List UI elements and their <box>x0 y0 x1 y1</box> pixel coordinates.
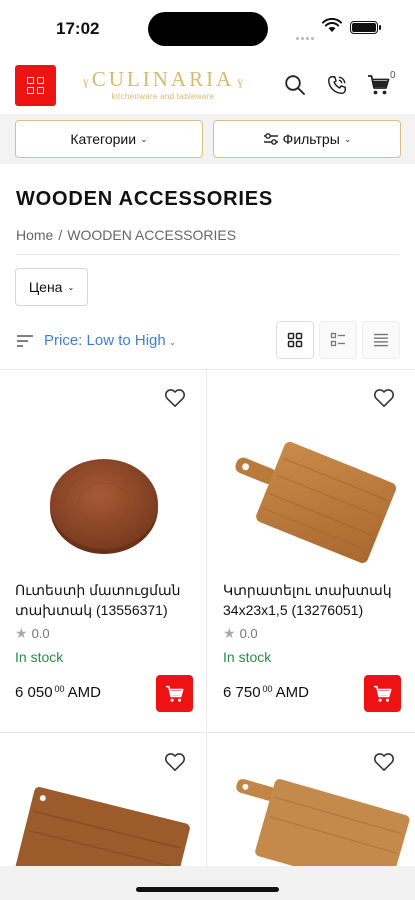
add-to-cart-button[interactable] <box>156 675 193 712</box>
heart-icon[interactable] <box>164 752 186 772</box>
menu-grid-icon <box>27 77 44 94</box>
brand-logo[interactable]: ɣ CULINARIA ɣ kitchenware and tableware <box>68 68 258 101</box>
breadcrumb: Home / WOODEN ACCESSORIES <box>16 227 236 243</box>
heart-icon[interactable] <box>164 388 186 408</box>
add-to-cart-icon <box>373 685 392 702</box>
list-grid-view-icon <box>330 332 345 347</box>
status-bar: 17:02 <box>0 0 415 58</box>
chevron-down-icon: ⌄ <box>343 133 352 144</box>
filters-label: Фильтры <box>282 131 340 147</box>
divider <box>16 254 399 255</box>
search-icon[interactable] <box>284 74 306 96</box>
sliders-icon <box>263 133 278 145</box>
product-image-round-board[interactable] <box>0 420 207 580</box>
cart-count-badge: 0 <box>390 70 396 81</box>
sort-lines-icon <box>17 335 33 347</box>
battery-icon <box>350 21 381 34</box>
product-card[interactable] <box>208 734 415 866</box>
product-name[interactable]: Ուտեստի մատուցման տախտակ (13556371) <box>15 580 195 620</box>
breadcrumb-current: WOODEN ACCESSORIES <box>67 227 237 243</box>
home-indicator-bar <box>0 866 415 900</box>
product-name[interactable]: Կտրատելու տախտակ 34x23x1,5 (13276051) <box>223 580 403 620</box>
price-filter-dropdown[interactable]: Цена ⌄ <box>15 268 88 306</box>
star-icon: ★ <box>223 625 236 641</box>
product-card[interactable]: Ուտեստի մատուցման տախտակ (13556371) ★ 0.… <box>0 370 207 733</box>
breadcrumb-separator: / <box>58 227 63 243</box>
product-price: 6 750 00 AMD <box>223 684 309 701</box>
product-rating: ★ 0.0 <box>15 625 50 642</box>
rating-value: 0.0 <box>31 626 50 641</box>
signal-icon <box>296 27 316 40</box>
cart-icon[interactable] <box>367 74 391 96</box>
list-grid-view-button[interactable] <box>319 321 357 359</box>
heart-icon[interactable] <box>373 752 395 772</box>
sort-label: Price: Low to High <box>44 332 166 349</box>
list-view-icon <box>374 333 388 347</box>
dynamic-island <box>148 12 268 46</box>
filters-button[interactable]: Фильтры ⌄ <box>213 120 401 158</box>
status-time: 17:02 <box>56 19 100 38</box>
list-view-button[interactable] <box>362 321 400 359</box>
chevron-down-icon: ⌄ <box>168 337 177 347</box>
price-filter-label: Цена <box>28 279 63 295</box>
breadcrumb-home-link[interactable]: Home <box>16 227 53 243</box>
add-to-cart-button[interactable] <box>364 675 401 712</box>
product-card[interactable]: Կտրատելու տախտակ 34x23x1,5 (13276051) ★ … <box>208 370 415 733</box>
page-title: WOODEN ACCESSORIES <box>16 188 274 210</box>
chevron-down-icon: ⌄ <box>67 282 75 292</box>
product-card[interactable] <box>0 734 207 866</box>
chevron-down-icon: ⌄ <box>140 133 148 144</box>
phone-icon[interactable] <box>326 74 348 96</box>
brand-name: CULINARIA <box>91 67 235 91</box>
app-header: ɣ CULINARIA ɣ kitchenware and tableware <box>0 58 415 114</box>
home-indicator[interactable] <box>136 887 279 892</box>
categories-button[interactable]: Категории ⌄ <box>15 120 203 158</box>
star-icon: ★ <box>15 625 28 641</box>
heart-icon[interactable] <box>373 388 395 408</box>
product-rating: ★ 0.0 <box>223 625 258 642</box>
sort-dropdown[interactable]: Price: Low to High ⌄ <box>16 332 176 350</box>
menu-button[interactable] <box>15 65 56 106</box>
rating-value: 0.0 <box>239 626 258 641</box>
product-image-board[interactable] <box>0 774 207 866</box>
product-price: 6 050 00 AMD <box>15 684 101 701</box>
grid-view-button[interactable] <box>276 321 314 359</box>
wifi-icon <box>322 18 342 32</box>
grid-view-icon <box>287 332 303 348</box>
stock-status: In stock <box>15 649 64 665</box>
brand-tagline: kitchenware and tableware <box>111 92 215 102</box>
product-image-paddle-board[interactable] <box>208 774 415 866</box>
product-image-cutting-board[interactable] <box>208 420 415 580</box>
categories-label: Категории <box>70 131 137 147</box>
add-to-cart-icon <box>165 685 184 702</box>
stock-status: In stock <box>223 649 272 665</box>
filter-bar: Категории ⌄ Фильтры ⌄ <box>0 114 415 164</box>
